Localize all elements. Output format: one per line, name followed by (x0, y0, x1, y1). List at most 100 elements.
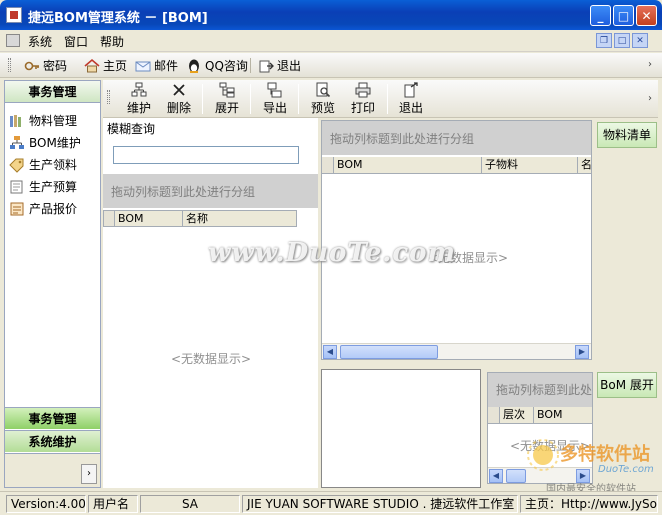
no-data-text: <无数据显示> (171, 352, 252, 366)
quick-toolbar: 密码 主页 邮件 QQ咨询 退出 › (0, 53, 662, 78)
column-header-level[interactable]: 层次 (500, 407, 534, 423)
tab-material-list[interactable]: 物料清单 (597, 122, 657, 148)
status-homepage: 主页：Http://www.JySoft.cn (520, 495, 658, 513)
nav-item-label: 物料管理 (29, 114, 78, 128)
column-header-bom[interactable]: BOM (334, 157, 482, 173)
horizontal-scrollbar[interactable]: ◀ ▶ (322, 343, 591, 359)
watermark-brand: 多特软件站 (560, 444, 650, 465)
home-button[interactable]: 主页 (84, 57, 127, 74)
mail-button[interactable]: 邮件 (135, 57, 178, 74)
nav-item-quote[interactable]: 产品报价 (9, 200, 77, 217)
export-icon (267, 82, 282, 98)
print-preview-icon (316, 82, 331, 98)
grid-header: BOM 子物料 名 (322, 157, 591, 174)
home-icon (84, 58, 100, 72)
nav-item-label: 生产预算 (29, 180, 78, 194)
group-by-area[interactable]: 拖动列标题到此处进行分组 (488, 373, 592, 407)
mail-icon (135, 61, 151, 71)
status-user: SA (140, 495, 240, 513)
detail-panel (321, 369, 481, 488)
password-label: 密码 (43, 59, 68, 73)
grid-header: 层次 BOM (488, 407, 592, 424)
nav-item-budget[interactable]: 生产预算 (9, 178, 77, 195)
qq-consult-label: QQ咨询 (205, 59, 248, 73)
status-studio: JIE YUAN SOFTWARE STUDIO . 捷远软件工作室 (242, 495, 518, 513)
toolbar-grip[interactable] (107, 90, 110, 104)
group-by-area[interactable]: 拖动列标题到此处进行分组 (322, 121, 591, 155)
maximize-button[interactable]: □ (613, 5, 634, 26)
document-icon (10, 180, 23, 193)
toolbar-overflow-icon[interactable]: › (648, 59, 652, 70)
status-bar: Version:4.00 用户名 SA JIE YUAN SOFTWARE ST… (0, 491, 662, 515)
expand-button[interactable]: 展开 (207, 82, 247, 116)
watermark-text: www.DuoTe.com (208, 238, 457, 268)
books-icon (10, 114, 21, 127)
mdi-child-icon[interactable] (6, 34, 20, 47)
qq-consult-button[interactable]: QQ咨询 (186, 57, 248, 74)
nav-group-business[interactable]: 事务管理 (5, 407, 100, 429)
scroll-thumb[interactable] (340, 345, 438, 359)
mdi-maximize-icon[interactable]: □ (614, 33, 630, 48)
column-header-bom[interactable]: BOM (534, 407, 592, 423)
fuzzy-search-label: 模糊查询 (107, 122, 156, 136)
toolbar-overflow-icon[interactable]: › (648, 93, 652, 104)
fuzzy-search-input[interactable] (113, 146, 299, 164)
report-icon (10, 202, 24, 215)
scroll-right-icon[interactable]: ▶ (575, 345, 589, 359)
close-button[interactable]: ✕ (636, 5, 657, 26)
menu-bar: 系统 窗口 帮助 ❐ □ ✕ (0, 30, 662, 52)
nav-expand-button[interactable]: › (81, 464, 97, 484)
maintain-button[interactable]: 维护 (119, 82, 159, 116)
status-user-label: 用户名 (88, 495, 138, 513)
toolbar-grip[interactable] (8, 58, 11, 72)
hierarchy-icon (10, 135, 24, 149)
row-indicator-header (104, 211, 115, 226)
watermark-logo: 多特软件站 DuoTe.com 国内最安全的软件站 (520, 438, 660, 495)
nav-item-label: 产品报价 (29, 202, 78, 216)
nav-header[interactable]: 事务管理 (5, 81, 100, 103)
app-icon[interactable] (6, 7, 22, 23)
nav-item-label: 生产领料 (29, 158, 78, 172)
home-label: 主页 (103, 59, 128, 73)
qq-penguin-icon (189, 59, 199, 73)
column-header-bom[interactable]: BOM (115, 211, 183, 226)
row-indicator-header (488, 407, 500, 423)
scroll-left-icon[interactable]: ◀ (489, 469, 503, 483)
title-bar[interactable]: 捷远BOM管理系统 － [BOM] _ □ ✕ (0, 0, 662, 30)
nav-item-material[interactable]: 物料管理 (9, 112, 77, 129)
exit-button[interactable]: 退出 (391, 82, 431, 116)
nav-item-picking[interactable]: 生产领料 (9, 156, 77, 173)
print-label: 打印 (350, 101, 375, 115)
expand-tree-icon (219, 82, 235, 98)
column-header-sub-material[interactable]: 子物料 (482, 157, 578, 173)
column-header-name[interactable]: 名称 (183, 211, 296, 226)
status-version: Version:4.00 (6, 495, 86, 513)
menu-window[interactable]: 窗口 (64, 33, 88, 50)
toolbar-separator (250, 58, 251, 73)
delete-label: 删除 (166, 101, 191, 115)
nav-item-bom[interactable]: BOM维护 (9, 134, 81, 151)
exit-quick-label: 退出 (277, 59, 302, 73)
tab-bom-expand[interactable]: BoM 展开 (597, 372, 657, 398)
tag-icon (9, 158, 24, 173)
menu-help[interactable]: 帮助 (100, 33, 124, 50)
nav-group-system[interactable]: 系统维护 (5, 430, 100, 452)
mdi-close-icon[interactable]: ✕ (632, 33, 648, 48)
scroll-left-icon[interactable]: ◀ (323, 345, 337, 359)
column-header-name[interactable]: 名 (578, 157, 591, 173)
mdi-restore-icon[interactable]: ❐ (596, 33, 612, 48)
export-button[interactable]: 导出 (255, 82, 295, 116)
preview-button[interactable]: 预览 (303, 82, 343, 116)
password-button[interactable]: 密码 (24, 57, 67, 74)
group-by-area[interactable]: 拖动列标题到此处进行分组 (103, 174, 318, 208)
bom-list-grid: 拖动列标题到此处进行分组 BOM 名称 <无数据显示> (103, 174, 318, 488)
minimize-button[interactable]: _ (590, 5, 611, 26)
print-button[interactable]: 打印 (343, 82, 383, 116)
window-title: 捷远BOM管理系统 － [BOM] (28, 11, 208, 26)
delete-button[interactable]: 删除 (159, 82, 199, 116)
menu-system[interactable]: 系统 (28, 33, 52, 50)
toolbar-separator (298, 84, 299, 114)
exit-label: 退出 (398, 101, 423, 115)
grid-header: BOM 名称 (103, 210, 297, 227)
exit-quick-button[interactable]: 退出 (258, 57, 301, 74)
